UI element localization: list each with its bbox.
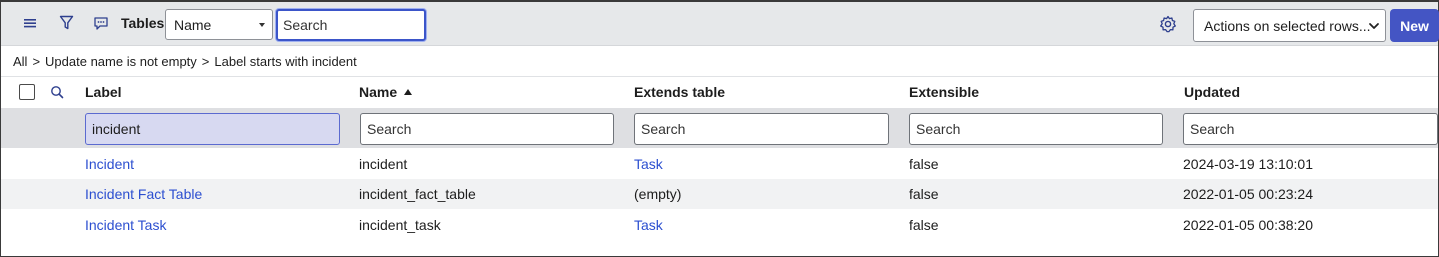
column-header-name[interactable]: Name <box>359 84 413 100</box>
row-label-link[interactable]: Incident <box>85 156 134 172</box>
row-updated: 2022-01-05 00:23:24 <box>1183 186 1313 202</box>
label-filter-input[interactable] <box>85 113 340 145</box>
row-extends-link[interactable]: Task <box>634 217 663 233</box>
breadcrumb-item-label[interactable]: Label starts with incident <box>214 54 356 69</box>
name-filter-input[interactable] <box>360 113 614 145</box>
row-label-link[interactable]: Incident Fact Table <box>85 186 202 202</box>
caret-down-icon <box>259 23 265 27</box>
search-field-select-value: Name <box>174 16 212 33</box>
row-extensible: false <box>909 217 939 233</box>
breadcrumb-separator: > <box>32 54 41 69</box>
list-header: Tables Name Actions on selected rows... … <box>1 2 1439 46</box>
table-row: Incident incident Task false 2024-03-19 … <box>1 149 1438 179</box>
row-label-link[interactable]: Incident Task <box>85 217 166 233</box>
breadcrumb-separator: > <box>201 54 210 69</box>
select-all-checkbox[interactable] <box>19 84 35 100</box>
extensible-filter-input[interactable] <box>909 113 1163 145</box>
actions-select-label: Actions on selected rows... <box>1204 17 1371 34</box>
extends-filter-input[interactable] <box>634 113 889 145</box>
new-button[interactable]: New <box>1390 9 1439 42</box>
sort-ascending-icon <box>404 89 413 95</box>
breadcrumb-item-all[interactable]: All <box>13 54 27 69</box>
chevron-down-icon <box>1368 19 1380 35</box>
breadcrumb-item-update-name[interactable]: Update name is not empty <box>45 54 197 69</box>
row-name: incident_fact_table <box>359 186 476 202</box>
row-updated: 2024-03-19 13:10:01 <box>1183 156 1313 172</box>
breadcrumb: All > Update name is not empty > Label s… <box>13 54 357 69</box>
row-name: incident <box>359 156 408 172</box>
table-row: Incident Task incident_task Task false 2… <box>1 210 1438 240</box>
table-row: Incident Fact Table incident_fact_table … <box>1 179 1438 209</box>
column-header-extensible[interactable]: Extensible <box>909 84 979 100</box>
column-header-extends[interactable]: Extends table <box>634 84 725 100</box>
actions-select[interactable]: Actions on selected rows... <box>1193 9 1386 42</box>
search-input[interactable] <box>276 9 426 41</box>
row-extensible: false <box>909 186 939 202</box>
row-extensible: false <box>909 156 939 172</box>
comment-icon[interactable] <box>91 13 111 33</box>
row-extends-link[interactable]: Task <box>634 156 663 172</box>
divider <box>1 76 1438 77</box>
gear-icon[interactable] <box>1158 14 1178 34</box>
search-field-select[interactable]: Name <box>165 9 273 40</box>
row-name: incident_task <box>359 217 441 233</box>
column-header-name-text: Name <box>359 84 398 100</box>
row-extends: (empty) <box>634 186 682 202</box>
filter-icon[interactable] <box>56 13 76 33</box>
column-header-label[interactable]: Label <box>85 84 122 100</box>
page-title: Tables <box>121 15 165 31</box>
column-header-updated[interactable]: Updated <box>1184 84 1240 100</box>
row-updated: 2022-01-05 00:38:20 <box>1183 217 1313 233</box>
updated-filter-input[interactable] <box>1183 113 1438 145</box>
search-icon[interactable] <box>50 85 64 99</box>
menu-icon[interactable] <box>20 13 40 33</box>
